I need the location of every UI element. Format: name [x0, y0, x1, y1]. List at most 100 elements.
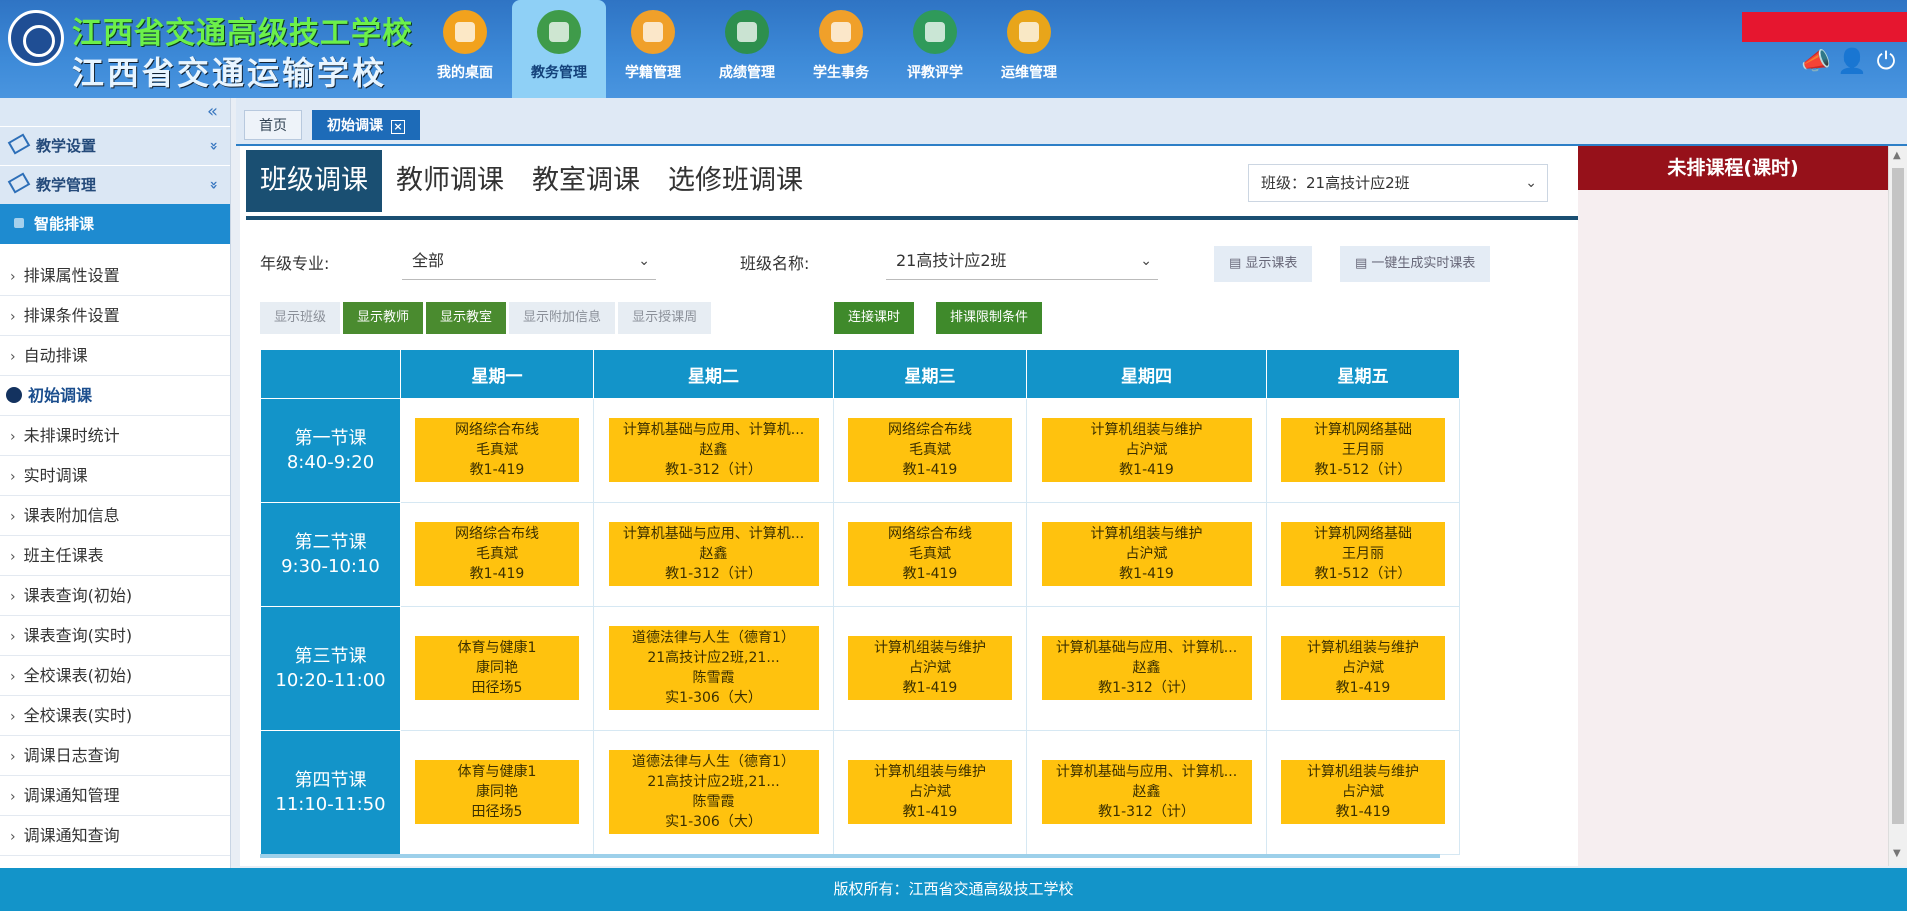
timetable-cell: 计算机基础与应用、计算机... 赵鑫 教1-312（计）: [593, 398, 834, 503]
course-card[interactable]: 网络综合布线 毛真斌 教1-419: [848, 417, 1012, 482]
sidebar-item[interactable]: › 调课通知管理: [0, 776, 230, 816]
display-toggle-4[interactable]: 显示授课周: [618, 302, 712, 334]
sidebar-item-label: 调课通知查询: [23, 826, 120, 845]
close-icon[interactable]: ×: [391, 120, 405, 134]
announcement-icon[interactable]: 📣: [1801, 48, 1831, 74]
scroll-up-icon[interactable]: ▲: [1893, 150, 1901, 161]
course-card[interactable]: 网络综合布线 毛真斌 教1-419: [415, 417, 579, 482]
sidebar-group-teaching-settings[interactable]: 教学设置 »: [0, 126, 230, 165]
course-card[interactable]: 计算机组装与维护 占沪斌 教1-419: [1281, 635, 1445, 700]
scroll-down-icon[interactable]: ▼: [1893, 848, 1901, 859]
sidebar-item[interactable]: › 课表查询(初始): [0, 576, 230, 616]
nav-item-6[interactable]: 运维管理: [982, 0, 1076, 98]
course-card[interactable]: 网络综合布线 毛真斌 教1-419: [848, 521, 1012, 586]
tab-initial-adjust[interactable]: 初始调课 ×: [312, 110, 420, 140]
sidebar-item[interactable]: › 未排课时统计: [0, 416, 230, 456]
course-card[interactable]: 计算机组装与维护 占沪斌 教1-419: [1281, 759, 1445, 824]
timetable-corner: [260, 349, 401, 399]
timetable-cell: 网络综合布线 毛真斌 教1-419: [833, 502, 1027, 607]
course-card[interactable]: 计算机网络基础 王月丽 教1-512（计）: [1281, 521, 1445, 586]
sidebar-item[interactable]: › 全校课表(实时): [0, 696, 230, 736]
sidebar-section-smart-scheduling[interactable]: 智能排课: [0, 204, 230, 244]
course-line: 21高技计应2班,21...: [647, 773, 780, 790]
course-line: 赵鑫: [1132, 659, 1161, 676]
display-toggle-0[interactable]: 显示班级: [260, 302, 341, 334]
sidebar-item[interactable]: › 课表附加信息: [0, 496, 230, 536]
course-card[interactable]: 计算机组装与维护 占沪斌 教1-419: [1041, 521, 1252, 586]
nav-item-3[interactable]: 成绩管理: [700, 0, 794, 98]
show-timetable-button[interactable]: ▤ 显示课表: [1214, 246, 1313, 282]
course-card[interactable]: 计算机组装与维护 占沪斌 教1-419: [1041, 417, 1252, 482]
course-card[interactable]: 计算机基础与应用、计算机... 赵鑫 教1-312（计）: [608, 521, 819, 586]
course-card[interactable]: 计算机基础与应用、计算机... 赵鑫 教1-312（计）: [1041, 759, 1252, 824]
timetable-cell: 计算机网络基础 王月丽 教1-512（计）: [1266, 502, 1460, 607]
school-logo: [8, 10, 64, 66]
course-card[interactable]: 道德法律与人生（德育1） 21高技计应2班,21... 陈雪霞 实1-306（大）: [608, 625, 819, 710]
course-card[interactable]: 计算机基础与应用、计算机... 赵鑫 教1-312（计）: [1041, 635, 1252, 700]
nav-label: 成绩管理: [719, 65, 775, 81]
nav-item-5[interactable]: 评教评学: [888, 0, 982, 98]
course-line: 王月丽: [1342, 545, 1384, 562]
sidebar-item[interactable]: › 调课日志查询: [0, 736, 230, 776]
sidebar-item[interactable]: 初始调课: [0, 376, 230, 416]
course-line: 教1-512（计）: [1314, 461, 1412, 478]
course-line: 赵鑫: [1132, 783, 1161, 800]
nav-item-2[interactable]: 学籍管理: [606, 0, 700, 98]
display-toggle-1[interactable]: 显示教师: [343, 302, 424, 334]
period-label: 第一节课 8:40-9:20: [260, 398, 401, 503]
sidebar-item-label: 自动排课: [23, 346, 88, 365]
nav-item-4[interactable]: 学生事务: [794, 0, 888, 98]
collapse-sidebar-icon[interactable]: «: [0, 98, 230, 126]
nav-item-0[interactable]: 我的桌面: [418, 0, 512, 98]
timetable-cell: 体育与健康1 康同艳 田径场5: [400, 606, 594, 731]
course-line: 康同艳: [476, 783, 518, 800]
generate-realtime-timetable-button[interactable]: ▤ 一键生成实时课表: [1340, 246, 1491, 282]
course-card[interactable]: 体育与健康1 康同艳 田径场5: [415, 759, 579, 824]
course-card[interactable]: 体育与健康1 康同艳 田径场5: [415, 635, 579, 700]
display-toggle-2[interactable]: 显示教室: [426, 302, 507, 334]
sidebar-item[interactable]: › 排课属性设置: [0, 256, 230, 296]
course-card[interactable]: 道德法律与人生（德育1） 21高技计应2班,21... 陈雪霞 实1-306（大）: [608, 749, 819, 834]
course-card[interactable]: 计算机网络基础 王月丽 教1-512（计）: [1281, 417, 1445, 482]
sidebar-item[interactable]: › 全校课表(初始): [0, 656, 230, 696]
sidebar-item[interactable]: › 课表查询(实时): [0, 616, 230, 656]
subtab-0[interactable]: 班级调课: [246, 150, 382, 212]
course-card[interactable]: 网络综合布线 毛真斌 教1-419: [415, 521, 579, 586]
sidebar-item[interactable]: › 调课通知查询: [0, 816, 230, 856]
display-toggle-3[interactable]: 显示附加信息: [509, 302, 616, 334]
sidebar-group-teaching-management[interactable]: 教学管理 »: [0, 165, 230, 204]
nav-item-1[interactable]: 教务管理: [512, 0, 606, 98]
chevron-down-icon: ⌄: [1140, 253, 1152, 269]
subtab-1[interactable]: 教师调课: [382, 150, 518, 212]
subtab-2[interactable]: 教室调课: [518, 150, 654, 212]
scrollbar-thumb[interactable]: [1892, 168, 1904, 824]
grade-select[interactable]: 全部 ⌄: [402, 242, 656, 280]
user-icon[interactable]: 👤: [1837, 48, 1867, 74]
course-card[interactable]: 计算机基础与应用、计算机... 赵鑫 教1-312（计）: [608, 417, 819, 482]
sidebar-item-label: 未排课时统计: [23, 426, 120, 445]
classname-select[interactable]: 21高技计应2班 ⌄: [886, 242, 1158, 280]
page-scrollbar[interactable]: ▲ ▼: [1888, 146, 1907, 866]
nav-label: 教务管理: [531, 65, 587, 81]
sidebar-item[interactable]: › 自动排课: [0, 336, 230, 376]
course-card[interactable]: 计算机组装与维护 占沪斌 教1-419: [848, 759, 1012, 824]
scheduling-constraints-button[interactable]: 排课限制条件: [936, 302, 1043, 334]
tab-home[interactable]: 首页: [244, 110, 302, 140]
period-name: 第四节课: [294, 769, 367, 791]
course-line: 占沪斌: [909, 783, 951, 800]
sidebar-item[interactable]: › 排课条件设置: [0, 296, 230, 336]
display-toggles: 显示班级 显示教师 显示教室 显示附加信息 显示授课周: [260, 302, 714, 334]
course-card[interactable]: 计算机组装与维护 占沪斌 教1-419: [848, 635, 1012, 700]
sidebar-item[interactable]: › 实时调课: [0, 456, 230, 496]
continuous-periods-button[interactable]: 连接课时: [834, 302, 915, 334]
unscheduled-courses-panel: 未排课程(课时): [1578, 146, 1888, 866]
course-line: 教1-419: [469, 565, 525, 582]
course-line: 网络综合布线: [888, 525, 972, 542]
power-icon[interactable]: ⏻: [1873, 48, 1899, 74]
sidebar-item[interactable]: › 班主任课表: [0, 536, 230, 576]
course-line: 毛真斌: [909, 441, 951, 458]
subtab-3[interactable]: 选修班调课: [654, 150, 817, 212]
chevron-right-icon: ›: [10, 269, 16, 285]
class-select[interactable]: 班级：21高技计应2班 ⌄: [1248, 164, 1548, 202]
period-label: 第三节课 10:20-11:00: [260, 606, 401, 731]
